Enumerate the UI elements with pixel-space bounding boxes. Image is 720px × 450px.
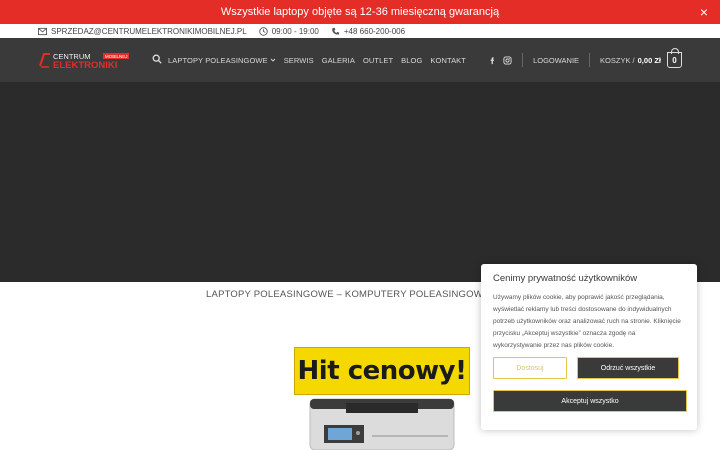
menu-item-outlet[interactable]: OUTLET [363,56,393,65]
menu-item-blog[interactable]: BLOG [401,56,422,65]
phone-link[interactable]: +48 660-200-006 [331,27,405,36]
site-logo[interactable]: CENTRUM ELEKTRONIKI MOBILNEJ [38,50,134,70]
menu-item-kontakt[interactable]: KONTAKT [430,56,466,65]
cart-link[interactable]: KOSZYK / 0,00 Zł 0 [600,48,682,68]
cart-count-badge: 0 [667,48,682,68]
search-icon[interactable] [152,54,162,64]
email-link[interactable]: SPRZEDAZ@CENTRUMELEKTRONIKIMOBILNEJ.PL [38,27,247,36]
divider [589,53,591,67]
phone-text: +48 660-200-006 [343,26,406,36]
chevron-down-icon [270,58,276,62]
reject-all-button[interactable]: Odrzuć wszystkie [577,357,679,379]
cookie-title: Cenimy prywatność użytkowników [493,273,638,284]
login-link[interactable]: LOGOWANIE [533,56,579,65]
phone-icon [332,27,339,35]
promo-text: Wszystkie laptopy objęte są 12-36 miesię… [220,6,500,18]
hero-banner [0,82,720,282]
customize-button[interactable]: Dostosuj [493,357,567,379]
top-contact-bar: SPRZEDAZ@CENTRUMELEKTRONIKIMOBILNEJ.PL 0… [0,24,720,39]
cookie-description: Używamy plików cookie, aby poprawić jako… [493,294,681,349]
clock-icon [258,26,268,36]
cookie-button-row: Dostosuj Odrzuć wszystkie [493,357,687,379]
menu-item-serwis[interactable]: SERWIS [284,56,314,65]
printer-image [309,398,455,450]
instagram-icon[interactable] [503,55,512,65]
social-links [488,55,512,65]
hit-price-badge: Hit cenowy! [294,347,470,395]
svg-text:MOBILNEJ: MOBILNEJ [105,54,128,59]
opening-hours: 09:00 - 19:00 [258,26,319,36]
email-text: SPRZEDAZ@CENTRUMELEKTRONIKIMOBILNEJ.PL [51,26,247,36]
promo-bar: Wszystkie laptopy objęte są 12-36 miesię… [0,0,720,24]
account-area: LOGOWANIE KOSZYK / 0,00 Zł 0 [488,38,682,82]
divider [522,53,524,67]
menu-item-laptopy[interactable]: LAPTOPY POLEASINGOWE [168,56,276,65]
main-navigation: CENTRUM ELEKTRONIKI MOBILNEJ LAPTOPY POL… [0,38,720,82]
menu-item-galeria[interactable]: GALERIA [322,56,355,65]
facebook-icon[interactable] [488,56,497,65]
cart-label: KOSZYK / [600,55,635,65]
close-icon[interactable]: × [696,4,712,20]
svg-text:ELEKTRONIKI: ELEKTRONIKI [53,60,117,70]
hours-text: 09:00 - 19:00 [271,26,319,36]
envelope-icon [38,27,47,35]
product-promo[interactable]: Hit cenowy! [294,347,470,450]
cookie-consent-dialog: Cenimy prywatność użytkowników Używamy p… [481,264,697,430]
cart-total: 0,00 Zł [637,55,661,65]
accept-all-button[interactable]: Akceptuj wszystko [493,390,687,412]
primary-menu: LAPTOPY POLEASINGOWE SERWIS GALERIA OUTL… [168,38,466,82]
